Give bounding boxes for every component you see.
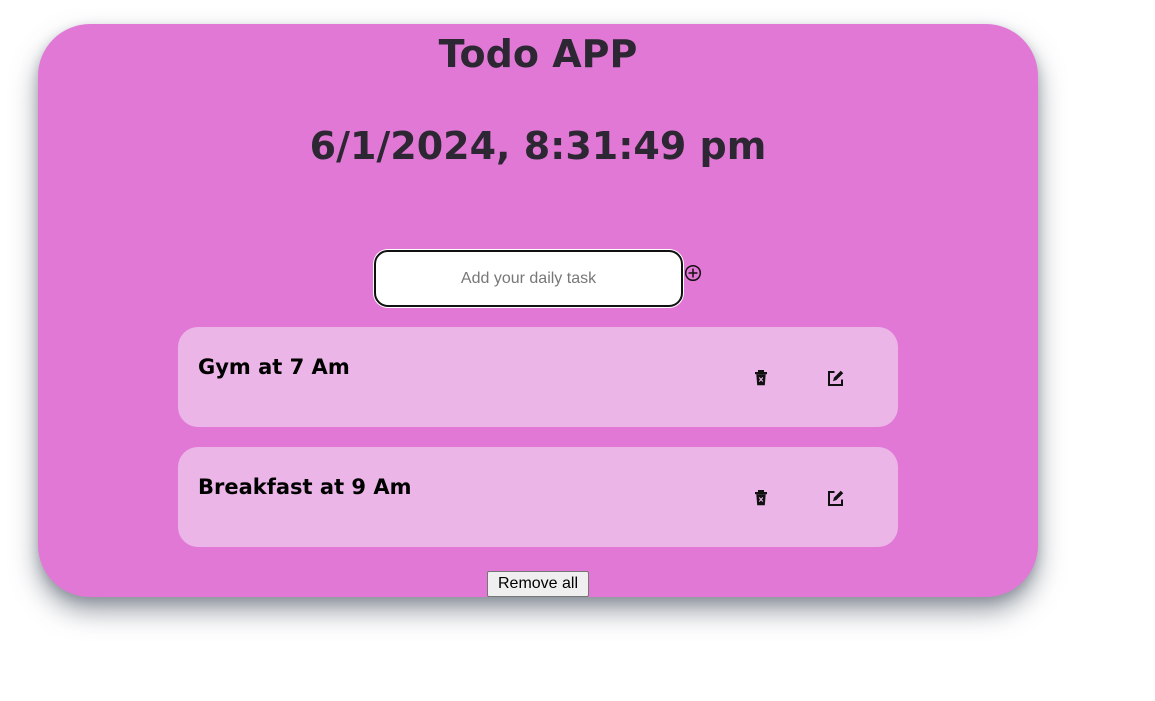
todo-app-card: Todo APP 6/1/2024, 8:31:49 pm Gym at 7 A… xyxy=(38,24,1038,597)
add-task-button[interactable] xyxy=(684,264,702,282)
edit-icon xyxy=(828,490,844,506)
edit-task-button[interactable] xyxy=(824,367,846,389)
current-datetime: 6/1/2024, 8:31:49 pm xyxy=(309,124,767,168)
trash-icon xyxy=(755,490,767,506)
task-item: Breakfast at 9 Am xyxy=(178,447,898,547)
delete-task-button[interactable] xyxy=(750,487,772,509)
trash-icon xyxy=(755,370,767,386)
task-item: Gym at 7 Am xyxy=(178,327,898,427)
delete-task-button[interactable] xyxy=(750,367,772,389)
plus-circle-icon xyxy=(684,264,702,282)
task-text: Breakfast at 9 Am xyxy=(198,475,412,499)
task-text: Gym at 7 Am xyxy=(198,355,350,379)
task-input[interactable] xyxy=(374,250,683,307)
edit-task-button[interactable] xyxy=(824,487,846,509)
remove-all-button[interactable]: Remove all xyxy=(487,571,589,597)
edit-icon xyxy=(828,370,844,386)
app-title: Todo APP xyxy=(438,32,638,76)
